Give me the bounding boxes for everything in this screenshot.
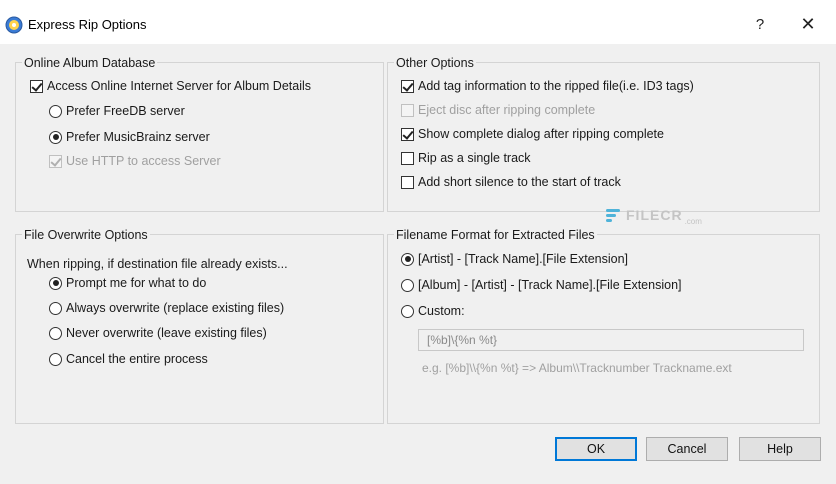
overwrite-always-radio[interactable] bbox=[49, 301, 62, 315]
access-server-label: Access Online Internet Server for Album … bbox=[47, 79, 312, 93]
overwrite-prompt-label: Prompt me for what to do bbox=[66, 276, 207, 290]
single-track-checkbox[interactable] bbox=[401, 151, 414, 165]
file-overwrite-title: File Overwrite Options bbox=[22, 228, 150, 242]
title-close-button[interactable]: ✕ bbox=[788, 8, 828, 40]
show-complete-checkbox[interactable] bbox=[401, 127, 414, 141]
ok-button[interactable]: OK bbox=[555, 437, 637, 461]
format-custom-label: Custom: bbox=[418, 304, 465, 318]
format-custom-radio-row[interactable]: Custom: bbox=[401, 304, 465, 318]
overwrite-cancel-radio[interactable] bbox=[49, 352, 62, 366]
online-album-database-title: Online Album Database bbox=[22, 56, 158, 70]
add-tag-checkbox[interactable] bbox=[401, 79, 414, 93]
single-track-checkbox-row[interactable]: Rip as a single track bbox=[401, 151, 531, 165]
show-complete-checkbox-row[interactable]: Show complete dialog after ripping compl… bbox=[401, 127, 664, 141]
filecr-watermark: FILECR .com bbox=[606, 203, 702, 226]
app-cd-icon bbox=[5, 16, 23, 34]
show-complete-label: Show complete dialog after ripping compl… bbox=[418, 127, 664, 141]
use-http-label: Use HTTP to access Server bbox=[66, 154, 221, 168]
overwrite-always-label: Always overwrite (replace existing files… bbox=[66, 301, 285, 315]
window-title: Express Rip Options bbox=[28, 17, 147, 32]
format-album-artist-radio-row[interactable]: [Album] - [Artist] - [Track Name].[File … bbox=[401, 278, 682, 292]
format-album-artist-radio[interactable] bbox=[401, 278, 414, 292]
overwrite-never-radio[interactable] bbox=[49, 326, 62, 340]
prefer-freedb-label: Prefer FreeDB server bbox=[66, 104, 185, 118]
cancel-button[interactable]: Cancel bbox=[646, 437, 728, 461]
help-button[interactable]: Help bbox=[739, 437, 821, 461]
add-tag-checkbox-row[interactable]: Add tag information to the ripped file(i… bbox=[401, 79, 694, 93]
prefer-freedb-radio[interactable] bbox=[49, 104, 62, 118]
title-help-button[interactable]: ? bbox=[740, 8, 780, 40]
format-artist-track-label: [Artist] - [Track Name].[File Extension] bbox=[418, 252, 629, 266]
eject-disc-label: Eject disc after ripping complete bbox=[418, 103, 596, 117]
overwrite-prompt-radio[interactable] bbox=[49, 276, 62, 290]
single-track-label: Rip as a single track bbox=[418, 151, 531, 165]
eject-disc-checkbox-row[interactable]: Eject disc after ripping complete bbox=[401, 103, 595, 117]
short-silence-checkbox[interactable] bbox=[401, 175, 414, 189]
overwrite-always-radio-row[interactable]: Always overwrite (replace existing files… bbox=[49, 301, 284, 315]
watermark-sub: .com bbox=[684, 217, 702, 226]
short-silence-checkbox-row[interactable]: Add short silence to the start of track bbox=[401, 175, 621, 189]
overwrite-cancel-label: Cancel the entire process bbox=[66, 352, 208, 366]
format-artist-track-radio-row[interactable]: [Artist] - [Track Name].[File Extension] bbox=[401, 252, 628, 266]
overwrite-never-label: Never overwrite (leave existing files) bbox=[66, 326, 267, 340]
overwrite-prompt-text: When ripping, if destination file alread… bbox=[27, 257, 288, 271]
short-silence-label: Add short silence to the start of track bbox=[418, 175, 621, 189]
prefer-freedb-radio-row[interactable]: Prefer FreeDB server bbox=[49, 104, 185, 118]
title-bar: Express Rip Options ? ✕ bbox=[0, 0, 836, 44]
eject-disc-checkbox[interactable] bbox=[401, 103, 414, 117]
filename-format-title: Filename Format for Extracted Files bbox=[394, 228, 597, 242]
format-custom-radio[interactable] bbox=[401, 304, 414, 318]
format-artist-track-radio[interactable] bbox=[401, 252, 414, 266]
access-server-checkbox-row[interactable]: Access Online Internet Server for Album … bbox=[30, 79, 311, 93]
other-options-title: Other Options bbox=[394, 56, 476, 70]
overwrite-never-radio-row[interactable]: Never overwrite (leave existing files) bbox=[49, 326, 267, 340]
filecr-logo-icon bbox=[606, 207, 622, 223]
prefer-musicbrainz-label: Prefer MusicBrainz server bbox=[66, 130, 210, 144]
overwrite-prompt-radio-row[interactable]: Prompt me for what to do bbox=[49, 276, 206, 290]
add-tag-label: Add tag information to the ripped file(i… bbox=[418, 79, 694, 93]
watermark-text: FILECR bbox=[626, 206, 683, 223]
overwrite-cancel-radio-row[interactable]: Cancel the entire process bbox=[49, 352, 208, 366]
access-server-checkbox[interactable] bbox=[30, 79, 43, 93]
format-album-artist-label: [Album] - [Artist] - [Track Name].[File … bbox=[418, 278, 682, 292]
prefer-musicbrainz-radio[interactable] bbox=[49, 130, 62, 144]
use-http-checkbox[interactable] bbox=[49, 154, 62, 168]
custom-format-example: e.g. [%b]\\{%n %t} => Album\\Tracknumber… bbox=[422, 361, 732, 375]
custom-format-input[interactable] bbox=[418, 329, 804, 351]
prefer-musicbrainz-radio-row[interactable]: Prefer MusicBrainz server bbox=[49, 130, 210, 144]
use-http-checkbox-row[interactable]: Use HTTP to access Server bbox=[49, 154, 221, 168]
